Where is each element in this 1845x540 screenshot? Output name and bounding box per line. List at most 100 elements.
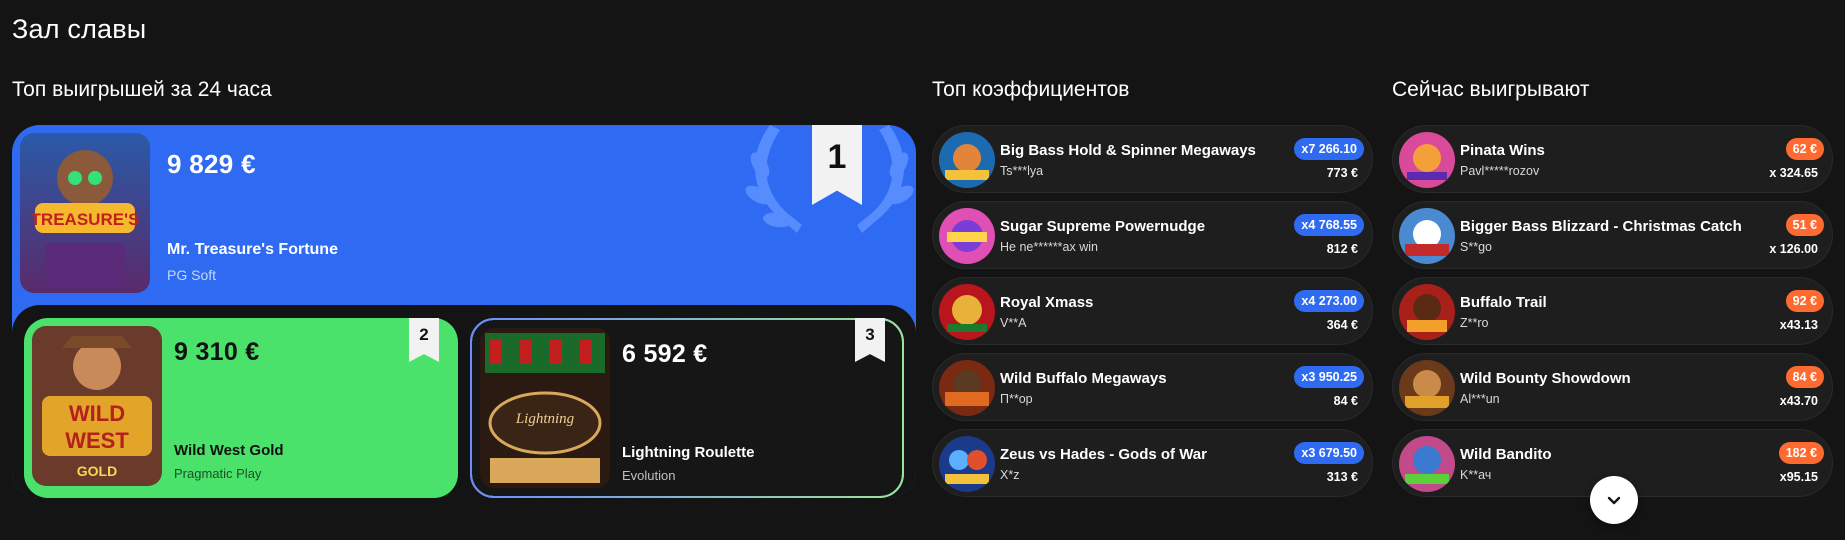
coefficient-badge: x3 950.25 xyxy=(1294,366,1364,388)
game-avatar xyxy=(939,436,995,492)
game-thumb-icon xyxy=(939,284,995,340)
game-avatar xyxy=(939,132,995,188)
provider-name: Evolution xyxy=(622,468,676,483)
game-avatar xyxy=(939,208,995,264)
provider-name: Pragmatic Play xyxy=(174,466,262,481)
game-avatar xyxy=(1399,284,1455,340)
user-name: Z**ro xyxy=(1460,316,1489,330)
list-item[interactable]: Big Bass Hold & Spinner Megaways Ts***ly… xyxy=(932,125,1373,193)
rank-badge-3: 3 xyxy=(855,318,885,362)
game-thumbnail[interactable]: WILD WEST GOLD xyxy=(32,326,162,486)
game-thumb-icon xyxy=(939,132,995,188)
coefficient-badge: x4 768.55 xyxy=(1294,214,1364,236)
rank-badge-2: 2 xyxy=(409,318,439,362)
game-thumb-icon xyxy=(939,208,995,264)
game-name: Sugar Supreme Powernudge xyxy=(1000,218,1206,235)
game-avatar xyxy=(939,360,995,416)
win-amount: 9 310 € xyxy=(174,338,260,366)
coefficient-badge: x3 679.50 xyxy=(1294,442,1364,464)
coefficient-badge: x7 266.10 xyxy=(1294,138,1364,160)
game-thumb-icon: Lightning xyxy=(480,328,610,488)
game-thumbnail[interactable]: Lightning xyxy=(480,328,610,488)
win-amount-badge: 51 € xyxy=(1785,214,1824,236)
user-name: X*z xyxy=(1000,468,1020,482)
game-thumb-icon: TREASURE'S xyxy=(20,133,150,293)
game-thumb-icon xyxy=(1399,436,1455,492)
scroll-down-button[interactable] xyxy=(1590,476,1638,524)
game-name[interactable]: Lightning Roulette xyxy=(622,444,754,461)
game-name: Wild Bounty Showdown xyxy=(1460,370,1631,387)
list-item[interactable]: Royal Xmass V**A x4 273.00 364 € xyxy=(932,277,1373,345)
top-wins-title: Топ выигрышей за 24 часа xyxy=(12,78,272,101)
list-item[interactable]: Zeus vs Hades - Gods of War X*z x3 679.5… xyxy=(932,429,1373,497)
game-thumb-icon xyxy=(1399,360,1455,416)
win-amount: 773 € xyxy=(1326,166,1358,180)
page-title: Зал славы xyxy=(12,14,147,44)
game-name[interactable]: Mr. Treasure's Fortune xyxy=(167,241,338,259)
svg-text:TREASURE'S: TREASURE'S xyxy=(31,210,140,229)
list-item[interactable]: Bigger Bass Blizzard - Christmas Catch S… xyxy=(1392,201,1833,269)
win-amount-badge: 92 € xyxy=(1785,290,1824,312)
now-winning-list: Pinata Wins Pavl*****rozov 62 € x 324.65… xyxy=(1392,125,1833,505)
svg-text:WILD: WILD xyxy=(69,401,125,426)
win-amount: 6 592 € xyxy=(622,340,708,368)
list-item[interactable]: Pinata Wins Pavl*****rozov 62 € x 324.65 xyxy=(1392,125,1833,193)
coefficient: x 126.00 xyxy=(1769,242,1818,256)
now-winning-title: Сейчас выигрывают xyxy=(1392,78,1590,101)
game-avatar xyxy=(1399,132,1455,188)
win-amount: 364 € xyxy=(1326,318,1358,332)
top-win-card-3[interactable]: 3 Lightning 6 592 € Lightning Roulette E… xyxy=(470,318,904,498)
game-thumb-icon xyxy=(1399,132,1455,188)
svg-text:GOLD: GOLD xyxy=(77,463,117,479)
list-item[interactable]: Wild Bounty Showdown Al***un 84 € x43.70 xyxy=(1392,353,1833,421)
chevron-down-icon xyxy=(1607,496,1621,505)
win-amount-badge: 84 € xyxy=(1785,366,1824,388)
coefficient: x43.70 xyxy=(1779,394,1818,408)
game-thumb-icon xyxy=(939,360,995,416)
list-item[interactable]: Buffalo Trail Z**ro 92 € x43.13 xyxy=(1392,277,1833,345)
list-item[interactable]: Sugar Supreme Powernudge He ne******ax w… xyxy=(932,201,1373,269)
game-avatar xyxy=(1399,360,1455,416)
user-name: Al***un xyxy=(1460,392,1500,406)
game-name[interactable]: Wild West Gold xyxy=(174,442,284,459)
top-coefficients-list: Big Bass Hold & Spinner Megaways Ts***ly… xyxy=(932,125,1373,505)
game-thumb-icon xyxy=(939,436,995,492)
game-name: Buffalo Trail xyxy=(1460,294,1547,311)
top-win-card-2[interactable]: 2 WILD WEST GOLD 9 310 € Wild West Gold … xyxy=(24,318,458,498)
game-avatar xyxy=(1399,208,1455,264)
game-name: Big Bass Hold & Spinner Megaways xyxy=(1000,142,1256,159)
win-amount: 9 829 € xyxy=(167,149,256,179)
win-amount: 313 € xyxy=(1326,470,1358,484)
user-name: S**go xyxy=(1460,240,1492,254)
top-coefficients-title: Топ коэффициентов xyxy=(932,78,1130,101)
top-wins-panel: 1 TREASURE'S 9 829 € Mr. Treasure's Fort… xyxy=(12,125,916,498)
win-amount-badge: 62 € xyxy=(1785,138,1824,160)
win-amount: 812 € xyxy=(1326,242,1358,256)
user-name: K**ач xyxy=(1460,468,1492,482)
game-thumb-icon xyxy=(1399,208,1455,264)
game-name: Zeus vs Hades - Gods of War xyxy=(1000,446,1207,463)
provider-name: PG Soft xyxy=(167,267,217,283)
user-name: Ts***lya xyxy=(1000,164,1044,178)
user-name: П**ор xyxy=(1000,392,1033,406)
coefficient: x95.15 xyxy=(1779,470,1818,484)
game-name: Royal Xmass xyxy=(1000,294,1094,311)
user-name: V**A xyxy=(1000,316,1027,330)
game-name: Wild Buffalo Megaways xyxy=(1000,370,1167,387)
coefficient: x 324.65 xyxy=(1769,166,1818,180)
game-name: Pinata Wins xyxy=(1460,142,1545,159)
svg-text:Lightning: Lightning xyxy=(515,411,575,427)
coefficient: x43.13 xyxy=(1779,318,1818,332)
user-name: He ne******ax win xyxy=(1000,240,1098,254)
game-name: Bigger Bass Blizzard - Christmas Catch xyxy=(1460,218,1742,235)
win-amount-badge: 182 € xyxy=(1778,442,1824,464)
coefficient-badge: x4 273.00 xyxy=(1294,290,1364,312)
game-thumb-icon xyxy=(1399,284,1455,340)
list-item[interactable]: Wild Buffalo Megaways П**ор x3 950.25 84… xyxy=(932,353,1373,421)
game-avatar xyxy=(939,284,995,340)
game-name: Wild Bandito xyxy=(1460,446,1552,463)
game-thumbnail[interactable]: TREASURE'S xyxy=(20,133,150,293)
game-avatar xyxy=(1399,436,1455,492)
win-amount: 84 € xyxy=(1333,394,1358,408)
svg-text:WEST: WEST xyxy=(65,428,129,453)
